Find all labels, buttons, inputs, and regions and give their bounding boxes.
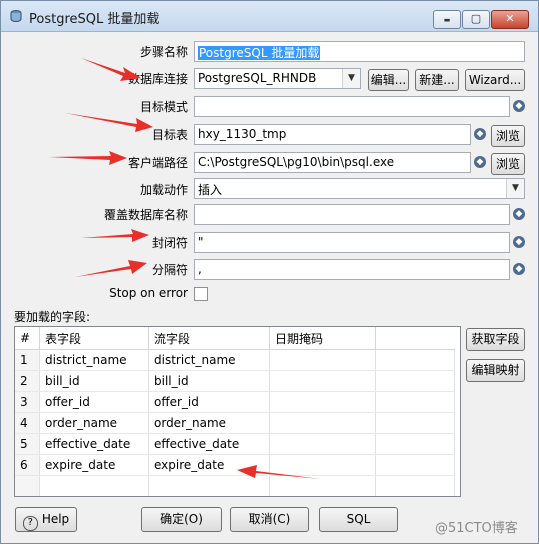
variable-icon[interactable]: ◆: [513, 263, 525, 275]
delimiter-label: 分隔符: [151, 263, 188, 277]
column-header[interactable]: 表字段: [39, 327, 149, 350]
table-field-cell[interactable]: offer_id: [39, 391, 149, 413]
new-connection-button[interactable]: 新建...: [415, 69, 459, 91]
help-icon: ?: [22, 516, 38, 531]
table-field-cell[interactable]: effective_date: [39, 433, 149, 455]
enclosure-label: 封闭符: [151, 236, 188, 250]
target-table-label: 目标表: [151, 128, 188, 142]
table-field-cell[interactable]: order_name: [39, 412, 149, 434]
row-number: 6: [15, 454, 40, 476]
stream-field-cell[interactable]: order_name: [148, 412, 270, 434]
table-row[interactable]: 2 bill_id bill_id: [15, 370, 455, 392]
step-name-input[interactable]: PostgreSQL 批量加载: [194, 41, 525, 62]
table-field-cell[interactable]: expire_date: [39, 454, 149, 476]
annotation-arrow-icon: [49, 151, 127, 165]
row-number: 1: [15, 349, 40, 371]
annotation-arrow-icon: [237, 465, 321, 479]
edit-connection-button[interactable]: 编辑...: [368, 69, 409, 91]
app-icon: [10, 10, 22, 22]
dialog-window: PostgreSQL 批量加载 ▬ ▢ ✕ 步骤名称 PostgreSQL 批量…: [0, 0, 539, 544]
fields-section-label: 要加载的字段:: [14, 310, 91, 324]
date-mask-cell[interactable]: [269, 349, 376, 371]
table-row[interactable]: 1 district_name district_name: [15, 349, 455, 371]
date-mask-cell[interactable]: [269, 391, 376, 413]
variable-icon[interactable]: ◆: [474, 128, 486, 140]
table-field-cell[interactable]: bill_id: [39, 370, 149, 392]
browse-table-button[interactable]: 浏览: [491, 125, 525, 147]
stream-field-cell[interactable]: effective_date: [148, 433, 270, 455]
help-button[interactable]: ? Help: [15, 507, 77, 532]
get-fields-button[interactable]: 获取字段: [466, 328, 525, 351]
annotation-arrow-icon: [81, 229, 149, 242]
table-row[interactable]: 5 effective_date effective_date: [15, 433, 455, 455]
target-table-input[interactable]: hxy_1130_tmp: [194, 124, 471, 145]
client-path-label: 客户端路径: [127, 156, 188, 170]
table-row[interactable]: 6 expire_date expire_date: [15, 454, 455, 476]
title-bar[interactable]: PostgreSQL 批量加载 ▬ ▢ ✕: [1, 1, 538, 32]
help-label: Help: [41, 512, 70, 526]
table-field-cell[interactable]: district_name: [39, 349, 149, 371]
row-number: 4: [15, 412, 40, 434]
variable-icon[interactable]: ◆: [474, 156, 486, 168]
annotation-arrow-icon: [81, 58, 141, 81]
variable-icon[interactable]: ◆: [513, 208, 525, 220]
column-header-blank: [375, 327, 454, 350]
table-row-empty[interactable]: [15, 475, 455, 496]
wizard-button[interactable]: Wizard...: [465, 69, 525, 91]
minimize-button[interactable]: ▬: [433, 10, 461, 29]
browse-client-button[interactable]: 浏览: [491, 153, 525, 175]
watermark: @51CTO博客: [435, 521, 518, 536]
load-action-label: 加载动作: [139, 183, 188, 197]
cancel-button[interactable]: 取消(C): [230, 507, 309, 532]
date-mask-cell[interactable]: [269, 412, 376, 434]
annotation-arrow-icon: [75, 260, 147, 277]
edit-mapping-button[interactable]: 编辑映射: [466, 359, 525, 382]
connection-select[interactable]: PostgreSQL_RHNDB ▼: [194, 68, 361, 89]
stop-on-error-label: Stop on error: [109, 286, 188, 300]
column-header[interactable]: #: [15, 327, 40, 350]
table-header-row: # 表字段 流字段 日期掩码: [15, 327, 454, 350]
chevron-down-icon: ▼: [342, 69, 360, 88]
table-row[interactable]: 4 order_name order_name: [15, 412, 455, 434]
ok-button[interactable]: 确定(O): [141, 507, 222, 532]
target-schema-input[interactable]: [194, 96, 510, 117]
row-number: 2: [15, 370, 40, 392]
client-path-input[interactable]: C:\PostgreSQL\pg10\bin\psql.exe: [194, 152, 471, 173]
row-number: 5: [15, 433, 40, 455]
delimiter-input[interactable]: ,: [194, 259, 510, 280]
stream-field-cell[interactable]: bill_id: [148, 370, 270, 392]
row-number: 3: [15, 391, 40, 413]
window-title: PostgreSQL 批量加载: [29, 12, 160, 27]
override-db-input[interactable]: [194, 204, 510, 225]
minimize-icon: ▬: [443, 16, 451, 24]
variable-icon[interactable]: ◆: [513, 236, 525, 248]
stop-on-error-checkbox[interactable]: [194, 287, 208, 301]
sql-button[interactable]: SQL: [319, 507, 398, 532]
column-header[interactable]: 流字段: [148, 327, 270, 350]
stream-field-cell[interactable]: district_name: [148, 349, 270, 371]
annotation-arrow-icon: [65, 113, 153, 132]
load-action-select[interactable]: 插入 ▼: [194, 178, 525, 199]
stream-field-cell[interactable]: offer_id: [148, 391, 270, 413]
chevron-down-icon: ▼: [506, 179, 524, 198]
close-icon: ✕: [505, 12, 515, 25]
date-mask-cell[interactable]: [269, 370, 376, 392]
maximize-icon: ▢: [470, 12, 482, 25]
date-mask-cell[interactable]: [269, 433, 376, 455]
column-header[interactable]: 日期掩码: [269, 327, 376, 350]
table-row[interactable]: 3 offer_id offer_id: [15, 391, 455, 413]
connection-value: PostgreSQL_RHNDB: [198, 71, 317, 85]
maximize-button[interactable]: ▢: [462, 10, 490, 29]
load-action-value: 插入: [198, 183, 223, 197]
override-db-label: 覆盖数据库名称: [103, 208, 188, 222]
step-name-value: PostgreSQL 批量加载: [198, 46, 321, 60]
enclosure-input[interactable]: ": [194, 232, 510, 253]
variable-icon[interactable]: ◆: [513, 100, 525, 112]
step-name-label: 步骤名称: [139, 45, 188, 59]
close-button[interactable]: ✕: [491, 10, 529, 29]
